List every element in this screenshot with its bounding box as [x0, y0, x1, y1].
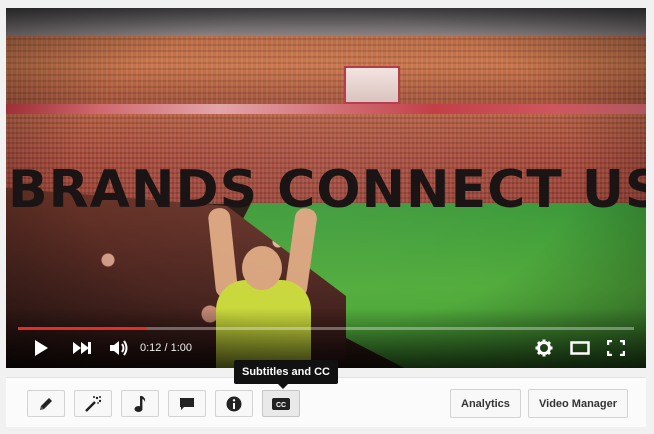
- next-button[interactable]: [68, 334, 96, 362]
- cc-icon: CC: [272, 397, 290, 410]
- video-player[interactable]: BRANDS CONNECT US 0:12 / 1:00: [6, 8, 646, 368]
- play-icon: [35, 340, 48, 356]
- settings-button[interactable]: [532, 334, 556, 362]
- info-cards-button[interactable]: [215, 390, 253, 417]
- theater-mode-button[interactable]: [568, 334, 592, 362]
- editor-toolbar: CC Analytics Video Manager: [6, 377, 646, 427]
- video-manager-button[interactable]: Video Manager: [528, 389, 629, 418]
- time-display: 0:12 / 1:00: [140, 342, 192, 354]
- pencil-icon: [40, 397, 52, 410]
- subtitles-cc-button[interactable]: CC: [262, 390, 300, 417]
- analytics-button[interactable]: Analytics: [450, 389, 521, 418]
- progress-bar[interactable]: [18, 327, 634, 330]
- volume-icon: [110, 340, 128, 356]
- info-icon: [226, 396, 242, 411]
- gear-icon: [535, 339, 553, 357]
- volume-button[interactable]: [106, 334, 132, 362]
- annotations-button[interactable]: [168, 390, 206, 417]
- music-note-icon: [134, 395, 146, 412]
- annotation-icon: [180, 397, 194, 410]
- theater-mode-icon: [570, 341, 590, 355]
- enhancements-button[interactable]: [74, 390, 112, 417]
- subtitles-tooltip: Subtitles and CC: [234, 360, 339, 389]
- video-overlay-title: BRANDS CONNECT US: [8, 160, 646, 220]
- edit-button[interactable]: [27, 390, 65, 417]
- progress-played: [18, 327, 148, 330]
- fullscreen-icon: [607, 340, 625, 356]
- audio-button[interactable]: [121, 390, 159, 417]
- play-button[interactable]: [28, 334, 54, 362]
- fullscreen-button[interactable]: [604, 334, 628, 362]
- svg-text:CC: CC: [276, 402, 286, 409]
- skip-next-icon: [73, 342, 91, 354]
- magic-wand-icon: [85, 395, 102, 412]
